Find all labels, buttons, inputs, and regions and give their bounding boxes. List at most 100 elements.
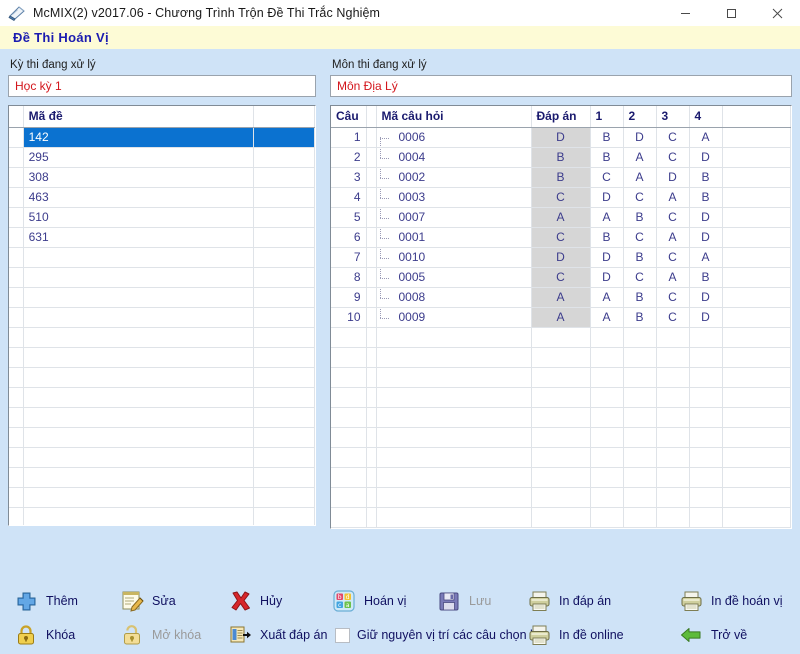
answer-cell[interactable]: D [531,247,590,267]
option-3-cell[interactable] [656,387,689,407]
option-1-cell[interactable] [590,327,623,347]
table-row[interactable]: 30002BCADB [331,167,791,187]
option-4-cell[interactable] [689,367,722,387]
table-row-empty[interactable] [331,447,791,467]
option-4-cell[interactable]: B [689,187,722,207]
back-button[interactable]: Trở về [679,621,747,649]
exam-session-field[interactable]: Học kỳ 1 [8,75,316,97]
option-2-cell[interactable] [623,367,656,387]
option-4-cell[interactable] [689,467,722,487]
option-3-cell[interactable] [656,487,689,507]
question-code-cell[interactable]: 0006 [376,127,531,147]
option-3-cell[interactable]: C [656,127,689,147]
answer-cell[interactable]: C [531,227,590,247]
answer-cell[interactable] [531,427,590,447]
minimize-button[interactable] [662,0,708,26]
exam-code-cell[interactable] [23,327,254,347]
table-row[interactable]: 463 [9,187,315,207]
option-4-cell[interactable]: D [689,307,722,327]
table-row-empty[interactable] [9,427,315,447]
keep-position-checkbox[interactable]: Giữ nguyên vị trí các câu chọn lựa [335,621,548,649]
question-code-cell[interactable]: 0010 [376,247,531,267]
option-3-cell[interactable] [656,327,689,347]
exam-code-cell[interactable] [23,487,254,507]
exam-code-cell[interactable]: 463 [23,187,254,207]
option-4-cell[interactable]: D [689,147,722,167]
subject-field[interactable]: Môn Địa Lý [330,75,792,97]
option-2-cell[interactable]: B [623,287,656,307]
option-4-cell[interactable]: A [689,247,722,267]
option-2-cell[interactable] [623,447,656,467]
option-2-cell[interactable] [623,507,656,527]
option-3-cell[interactable]: A [656,187,689,207]
option-2-cell[interactable] [623,467,656,487]
print-online-exam-button[interactable]: In đề online [527,621,624,649]
print-answers-button[interactable]: In đáp án [527,587,611,615]
table-row-empty[interactable] [331,427,791,447]
option-1-cell[interactable]: A [590,207,623,227]
maximize-button[interactable] [708,0,754,26]
table-row-empty[interactable] [9,307,315,327]
option-2-cell[interactable]: A [623,147,656,167]
exam-code-cell[interactable] [23,407,254,427]
table-row[interactable]: 510 [9,207,315,227]
option-1-cell[interactable]: D [590,247,623,267]
option-4-cell[interactable]: D [689,207,722,227]
exam-code-cell[interactable]: 308 [23,167,254,187]
exam-code-cell[interactable] [23,467,254,487]
table-row-empty[interactable] [9,327,315,347]
option-3-cell[interactable]: C [656,247,689,267]
exam-code-cell[interactable] [23,507,254,526]
table-row[interactable]: 142 [9,127,315,147]
table-row[interactable]: 631 [9,227,315,247]
answer-cell[interactable]: D [531,127,590,147]
questions-grid[interactable]: Câu Mã câu hỏi Đáp án 1 2 3 4 10006DBDCA… [330,105,792,529]
question-code-cell[interactable] [376,347,531,367]
question-code-cell[interactable] [376,507,531,527]
option-2-cell[interactable] [623,407,656,427]
table-row-empty[interactable] [9,287,315,307]
question-code-cell[interactable]: 0004 [376,147,531,167]
table-row-empty[interactable] [331,507,791,527]
question-code-cell[interactable] [376,487,531,507]
table-row-empty[interactable] [331,467,791,487]
option-3-cell[interactable] [656,367,689,387]
answer-cell[interactable] [531,487,590,507]
table-row[interactable]: 60001CBCAD [331,227,791,247]
option-3-cell[interactable] [656,467,689,487]
option-1-cell[interactable]: B [590,227,623,247]
table-row[interactable]: 40003CDCAB [331,187,791,207]
table-row[interactable]: 100009AABCD [331,307,791,327]
option-4-cell[interactable] [689,427,722,447]
option-1-cell[interactable]: C [590,167,623,187]
option-4-cell[interactable] [689,387,722,407]
option-3-cell[interactable] [656,447,689,467]
option-1-cell[interactable] [590,427,623,447]
option-2-cell[interactable]: D [623,127,656,147]
exam-code-cell[interactable] [23,267,254,287]
option-4-cell[interactable] [689,327,722,347]
option-1-cell[interactable]: A [590,287,623,307]
option-1-cell[interactable] [590,347,623,367]
table-row-empty[interactable] [331,367,791,387]
option-3-cell[interactable]: C [656,207,689,227]
table-row[interactable]: 308 [9,167,315,187]
checkbox-box[interactable] [335,628,350,643]
column-header-dap-an[interactable]: Đáp án [531,106,590,127]
option-3-cell[interactable] [656,347,689,367]
option-1-cell[interactable] [590,407,623,427]
exam-code-cell[interactable]: 142 [23,127,254,147]
option-4-cell[interactable] [689,507,722,527]
option-1-cell[interactable]: B [590,127,623,147]
answer-cell[interactable]: A [531,207,590,227]
print-shuffled-exam-button[interactable]: In đề hoán vị [679,587,783,615]
question-code-cell[interactable] [376,387,531,407]
answer-cell[interactable]: C [531,267,590,287]
option-1-cell[interactable] [590,487,623,507]
option-4-cell[interactable]: D [689,287,722,307]
edit-button[interactable]: Sửa [120,587,176,615]
add-button[interactable]: Thêm [14,587,78,615]
lock-button[interactable]: Khóa [14,621,75,649]
exam-code-cell[interactable]: 631 [23,227,254,247]
question-code-cell[interactable] [376,327,531,347]
